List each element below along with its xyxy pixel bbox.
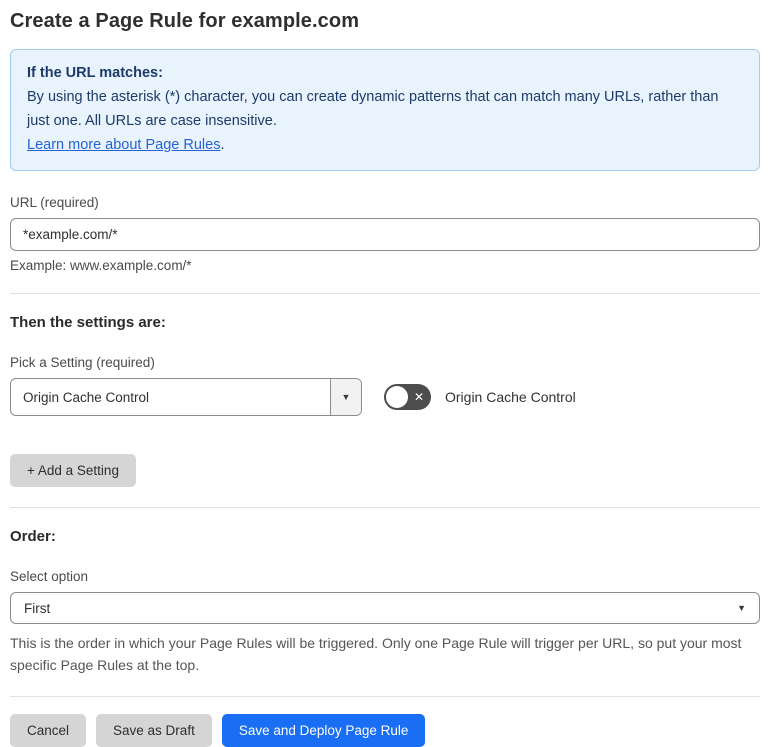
- page-rule-form: Create a Page Rule for example.com If th…: [0, 0, 770, 747]
- page-title: Create a Page Rule for example.com: [10, 10, 360, 32]
- order-select[interactable]: First ▼: [10, 592, 760, 624]
- order-select-value: First: [24, 600, 51, 616]
- toggle-label: Origin Cache Control: [445, 389, 576, 405]
- order-helper-text: This is the order in which your Page Rul…: [10, 635, 742, 673]
- add-setting-button[interactable]: + Add a Setting: [10, 454, 136, 487]
- save-as-draft-button[interactable]: Save as Draft: [96, 714, 212, 747]
- save-and-deploy-button[interactable]: Save and Deploy Page Rule: [221, 714, 426, 747]
- settings-section: Then the settings are: Pick a Setting (r…: [10, 314, 760, 487]
- divider: [10, 293, 760, 294]
- url-section: URL (required) Example: www.example.com/…: [10, 195, 760, 273]
- url-match-info-box: If the URL matches: By using the asteris…: [10, 49, 760, 171]
- setting-select[interactable]: Origin Cache Control ▼: [10, 378, 362, 416]
- origin-cache-control-toggle[interactable]: ✕: [384, 384, 431, 410]
- toggle-off-x-icon: ✕: [413, 390, 424, 404]
- info-box-heading: If the URL matches:: [27, 65, 163, 81]
- settings-heading: Then the settings are:: [10, 314, 166, 331]
- divider: [10, 696, 760, 697]
- chevron-down-icon: ▼: [341, 392, 351, 402]
- chevron-down-icon: ▼: [737, 603, 746, 613]
- url-field-label: URL (required): [10, 195, 99, 210]
- learn-more-link[interactable]: Learn more about Page Rules: [27, 137, 220, 153]
- order-select-label: Select option: [10, 569, 89, 584]
- pick-setting-label: Pick a Setting (required): [10, 355, 155, 370]
- order-heading: Order:: [10, 528, 56, 545]
- info-box-body: By using the asterisk (*) character, you…: [27, 89, 719, 129]
- divider: [10, 507, 760, 508]
- url-input[interactable]: [10, 218, 760, 251]
- toggle-knob: [386, 386, 408, 408]
- link-suffix: .: [220, 137, 225, 153]
- setting-row: Origin Cache Control ▼ ✕ Origin Cache Co…: [10, 378, 760, 416]
- order-section: Order: Select option First ▼ This is the…: [10, 528, 760, 676]
- info-box-link-line: Learn more about Page Rules.: [27, 133, 743, 157]
- setting-select-value: Origin Cache Control: [23, 389, 150, 405]
- footer-actions: Cancel Save as Draft Save and Deploy Pag…: [10, 714, 760, 747]
- setting-select-arrow-button[interactable]: ▼: [330, 379, 361, 415]
- cancel-button[interactable]: Cancel: [10, 714, 87, 747]
- url-example-helper: Example: www.example.com/*: [10, 258, 192, 273]
